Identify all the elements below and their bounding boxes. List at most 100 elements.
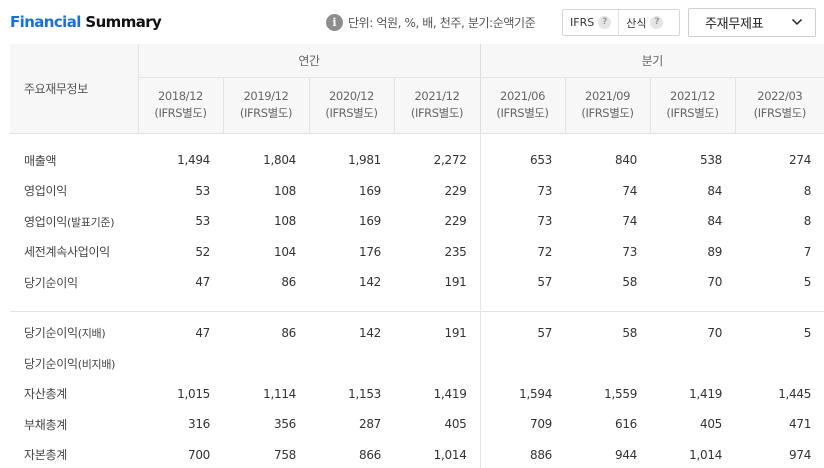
row-label[interactable]: 부채총계: [10, 409, 138, 440]
value-cell: 191: [444, 325, 467, 340]
value-cell: 1,419: [689, 386, 723, 401]
value-cell: 405: [444, 417, 467, 432]
value-cell: 1,114: [263, 386, 296, 401]
table-row: 당기순이익(지배) 47 86 142 191 57 58 70 5: [10, 317, 824, 349]
table-row: 자산총계 1,015 1,114 1,153 1,419 1,594 1,559 1,419 1…: [10, 378, 824, 410]
value-cell: 74: [622, 183, 638, 198]
value-cell: 47: [195, 325, 210, 340]
row-label[interactable]: 자산총계: [10, 379, 138, 410]
table-row: 영업이익 53 108 169 229 73 74 84 8: [10, 175, 824, 207]
financial-table-wrap: 주요재무정보 연간 분기 2018/12 (IFRS별도) 2019/12 (IFRS…: [10, 44, 824, 468]
period-date: 2020/12: [329, 89, 374, 103]
group-quarterly: 분기: [479, 44, 824, 78]
row-label-main: 당기순이익: [24, 326, 78, 341]
period-date: 2022/03: [757, 89, 803, 103]
value-cell: 405: [700, 417, 723, 432]
value-cell: 58: [622, 275, 638, 290]
chevron-down-icon: [791, 18, 803, 26]
period-header: 2022/03 (IFRS별도): [734, 77, 824, 134]
table-row: 자본총계 700 758 866 1,014 886 944 1,014 974: [10, 439, 824, 468]
value-cell: 70: [707, 275, 723, 290]
help-icon[interactable]: ?: [650, 16, 664, 29]
value-cell: [650, 348, 735, 379]
row-label[interactable]: 세전계속사업이익: [10, 237, 138, 268]
value-cell: 287: [358, 417, 381, 432]
value-cell: 7: [803, 244, 812, 259]
row-label[interactable]: 영업이익(발표기준): [10, 206, 138, 237]
value-cell: 57: [479, 267, 566, 298]
value-cell: 53: [195, 183, 210, 198]
table-row: 당기순이익(비지배): [10, 348, 824, 379]
value-cell: 169: [358, 183, 381, 198]
value-cell: 89: [707, 244, 723, 259]
spacer-row: [10, 297, 824, 312]
row-label-main: 부채총계: [24, 417, 67, 432]
value-cell: 8: [803, 214, 812, 229]
period-basis: (IFRS별도): [239, 106, 293, 120]
period-header: 2021/06 (IFRS별도): [479, 77, 566, 134]
row-label[interactable]: 당기순이익: [10, 267, 138, 298]
period-header: 2018/12 (IFRS별도): [137, 77, 223, 134]
period-header: 2020/12 (IFRS별도): [308, 77, 394, 134]
value-cell: [735, 348, 824, 379]
formula-option[interactable]: 산식 ?: [619, 10, 670, 35]
row-label[interactable]: 매출액: [10, 145, 138, 176]
value-cell: 653: [479, 145, 566, 176]
ifrs-option[interactable]: IFRS ?: [563, 10, 620, 35]
help-icon[interactable]: ?: [598, 16, 612, 29]
value-cell: 86: [281, 275, 296, 290]
row-label-main: 자산총계: [24, 387, 67, 402]
table-row: 영업이익(발표기준) 53 108 169 229 73 74 84 8: [10, 206, 824, 237]
value-cell: 70: [707, 325, 723, 340]
value-cell: 74: [622, 214, 638, 229]
value-cell: 1,559: [604, 386, 638, 401]
value-cell: 356: [273, 417, 296, 432]
table-row: 부채총계 316 356 287 405 709 616 405 471: [10, 409, 824, 440]
row-label-qualifier: (지배): [77, 327, 106, 341]
row-label-main: 영업이익: [24, 184, 67, 199]
row-label[interactable]: 당기순이익(지배): [10, 318, 138, 349]
value-cell: [223, 348, 309, 379]
value-cell: 1,419: [433, 386, 467, 401]
row-label-main: 당기순이익: [24, 275, 78, 290]
value-cell: 616: [615, 417, 638, 432]
statement-type-select[interactable]: 주재무제표: [688, 8, 816, 37]
financial-summary-table: 주요재무정보 연간 분기 2018/12 (IFRS별도) 2019/12 (IFRS…: [10, 44, 824, 468]
value-cell: [394, 348, 480, 379]
info-icon[interactable]: i: [326, 14, 343, 31]
value-cell: 108: [273, 214, 296, 229]
value-cell: 5: [803, 325, 812, 340]
period-header: 2021/12 (IFRS별도): [649, 77, 736, 134]
value-cell: 944: [615, 447, 638, 462]
value-cell: 274: [789, 153, 812, 168]
period-date: 2021/12: [414, 89, 460, 103]
row-label[interactable]: 영업이익: [10, 176, 138, 207]
value-cell: 104: [273, 244, 296, 259]
value-cell: 1,804: [263, 153, 296, 168]
value-cell: [309, 348, 394, 379]
period-header: 2019/12 (IFRS별도): [222, 77, 309, 134]
row-label-main: 세전계속사업이익: [24, 245, 110, 260]
value-cell: 866: [358, 447, 381, 462]
value-cell: 47: [195, 275, 210, 290]
row-label-qualifier: (발표기준): [66, 215, 115, 229]
value-cell: 73: [622, 244, 638, 259]
period-basis: (IFRS별도): [666, 106, 719, 120]
period-basis: (IFRS별도): [410, 106, 464, 120]
period-header: 2021/12 (IFRS별도): [393, 77, 481, 134]
row-label[interactable]: 당기순이익(비지배): [10, 348, 138, 379]
value-cell: [479, 348, 566, 379]
period-header: 2021/09 (IFRS별도): [564, 77, 651, 134]
value-cell: 840: [615, 153, 638, 168]
formula-label: 산식: [626, 16, 647, 30]
row-label-main: 당기순이익: [24, 356, 78, 371]
section-title: Financial Summary: [10, 13, 162, 31]
row-header: 주요재무정보: [10, 44, 138, 134]
value-cell: 1,014: [689, 447, 723, 462]
value-cell: 73: [479, 175, 566, 206]
value-cell: 700: [187, 447, 210, 462]
value-cell: 1,014: [433, 447, 467, 462]
row-label[interactable]: 자본총계: [10, 440, 138, 468]
value-cell: 53: [195, 214, 210, 229]
unit-note: 단위: 억원, %, 배, 천주, 분기:순액기준: [348, 16, 536, 30]
